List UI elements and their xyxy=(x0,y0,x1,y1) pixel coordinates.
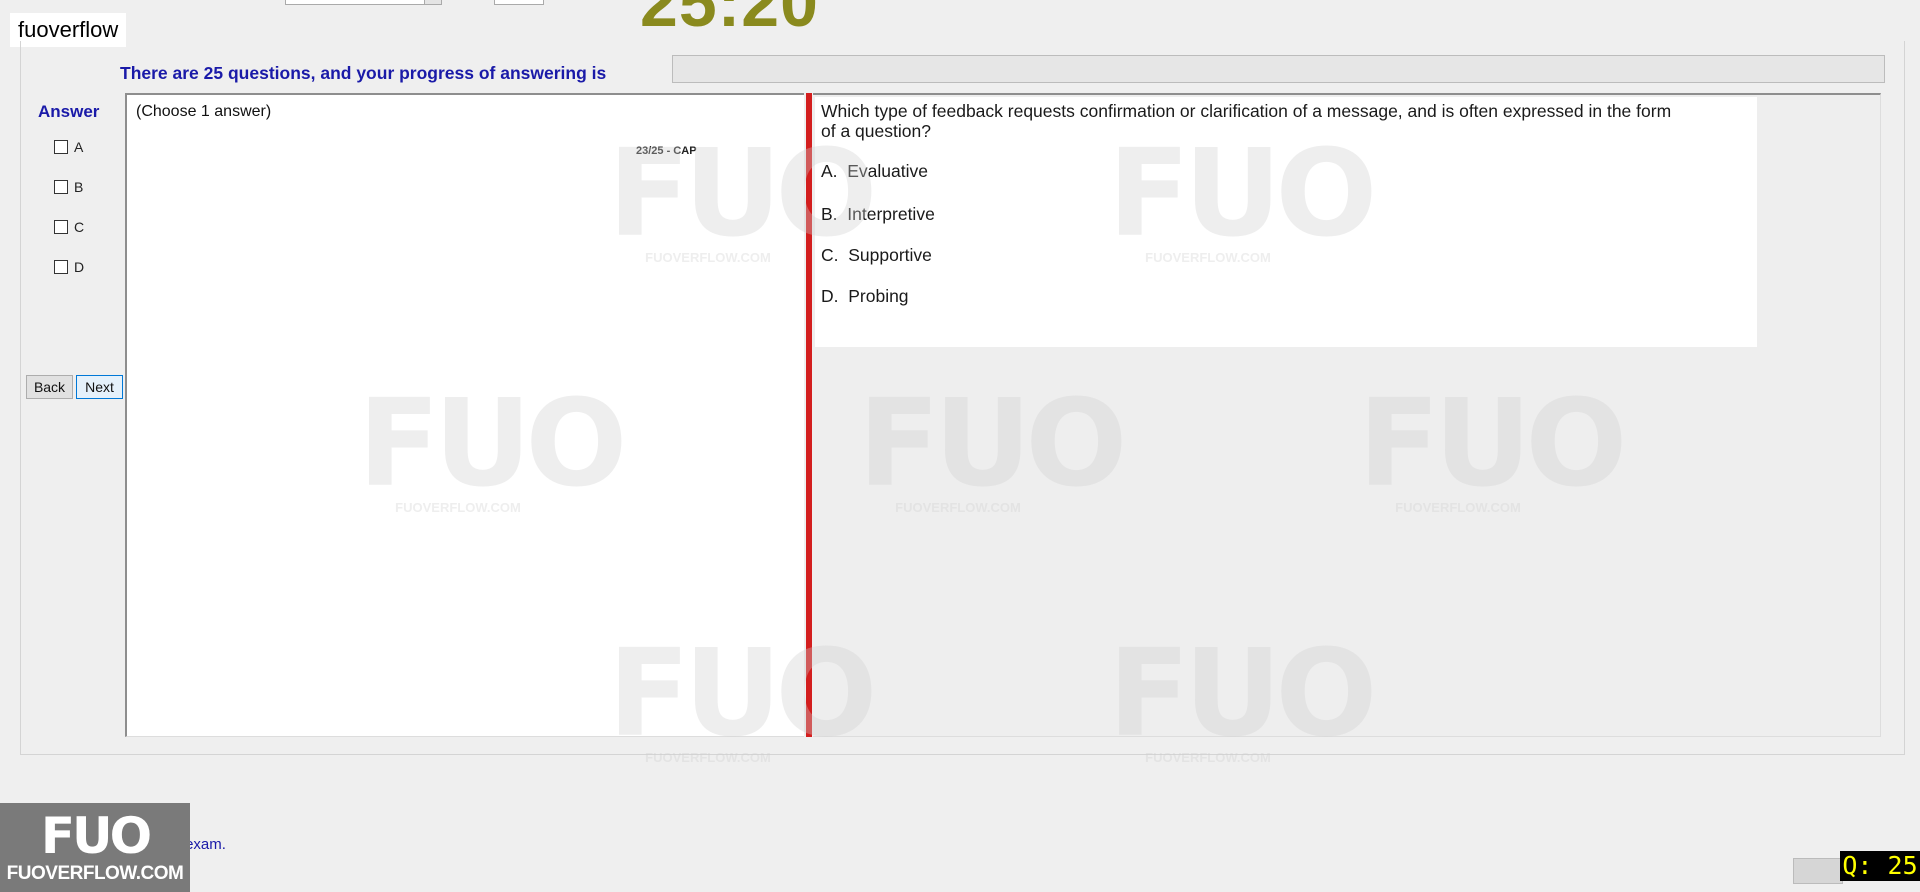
answer-option-c[interactable]: C xyxy=(54,219,84,235)
progress-label: There are 25 questions, and your progres… xyxy=(120,63,607,83)
question-image-pane[interactable]: (Choose 1 answer) 23/25 - CAP xyxy=(125,93,804,737)
question-pane: Which type of feedback requests confirma… xyxy=(813,93,1881,737)
choose-instruction: (Choose 1 answer) xyxy=(136,103,272,120)
status-box xyxy=(1793,858,1843,884)
question-option-a: A. Evaluative xyxy=(821,161,928,181)
question-counter: Q: 25 xyxy=(1840,851,1920,881)
answer-option-a[interactable]: A xyxy=(54,139,83,155)
question-option-b: B. Interpretive xyxy=(821,204,935,224)
question-option-c: C. Supportive xyxy=(821,245,932,265)
answer-option-d[interactable]: D xyxy=(54,259,84,275)
top-dropdown[interactable] xyxy=(285,0,442,5)
question-option-d: D. Probing xyxy=(821,286,909,306)
question-box: Which type of feedback requests confirma… xyxy=(815,97,1757,347)
checkbox-a[interactable] xyxy=(54,140,68,154)
answer-option-label: C xyxy=(74,219,85,235)
checkbox-b[interactable] xyxy=(54,180,68,194)
answer-option-b[interactable]: B xyxy=(54,179,83,195)
checkbox-d[interactable] xyxy=(54,260,68,274)
pane-splitter[interactable] xyxy=(806,93,812,737)
top-spinner[interactable] xyxy=(494,0,544,5)
answer-option-label: B xyxy=(74,179,84,195)
answer-option-label: D xyxy=(74,259,85,275)
back-button[interactable]: Back xyxy=(26,375,73,399)
answer-title: Answer xyxy=(38,102,100,121)
next-button[interactable]: Next xyxy=(76,375,123,399)
progress-bar xyxy=(672,55,1885,83)
question-code: 23/25 - CAP xyxy=(636,145,697,157)
fuoverflow-logo: FUO FUOVERFLOW.COM xyxy=(0,803,190,892)
checkbox-c[interactable] xyxy=(54,220,68,234)
answer-option-label: A xyxy=(74,139,84,155)
exam-timer: 25:20 xyxy=(640,0,819,41)
question-text: Which type of feedback requests confirma… xyxy=(821,101,1672,141)
